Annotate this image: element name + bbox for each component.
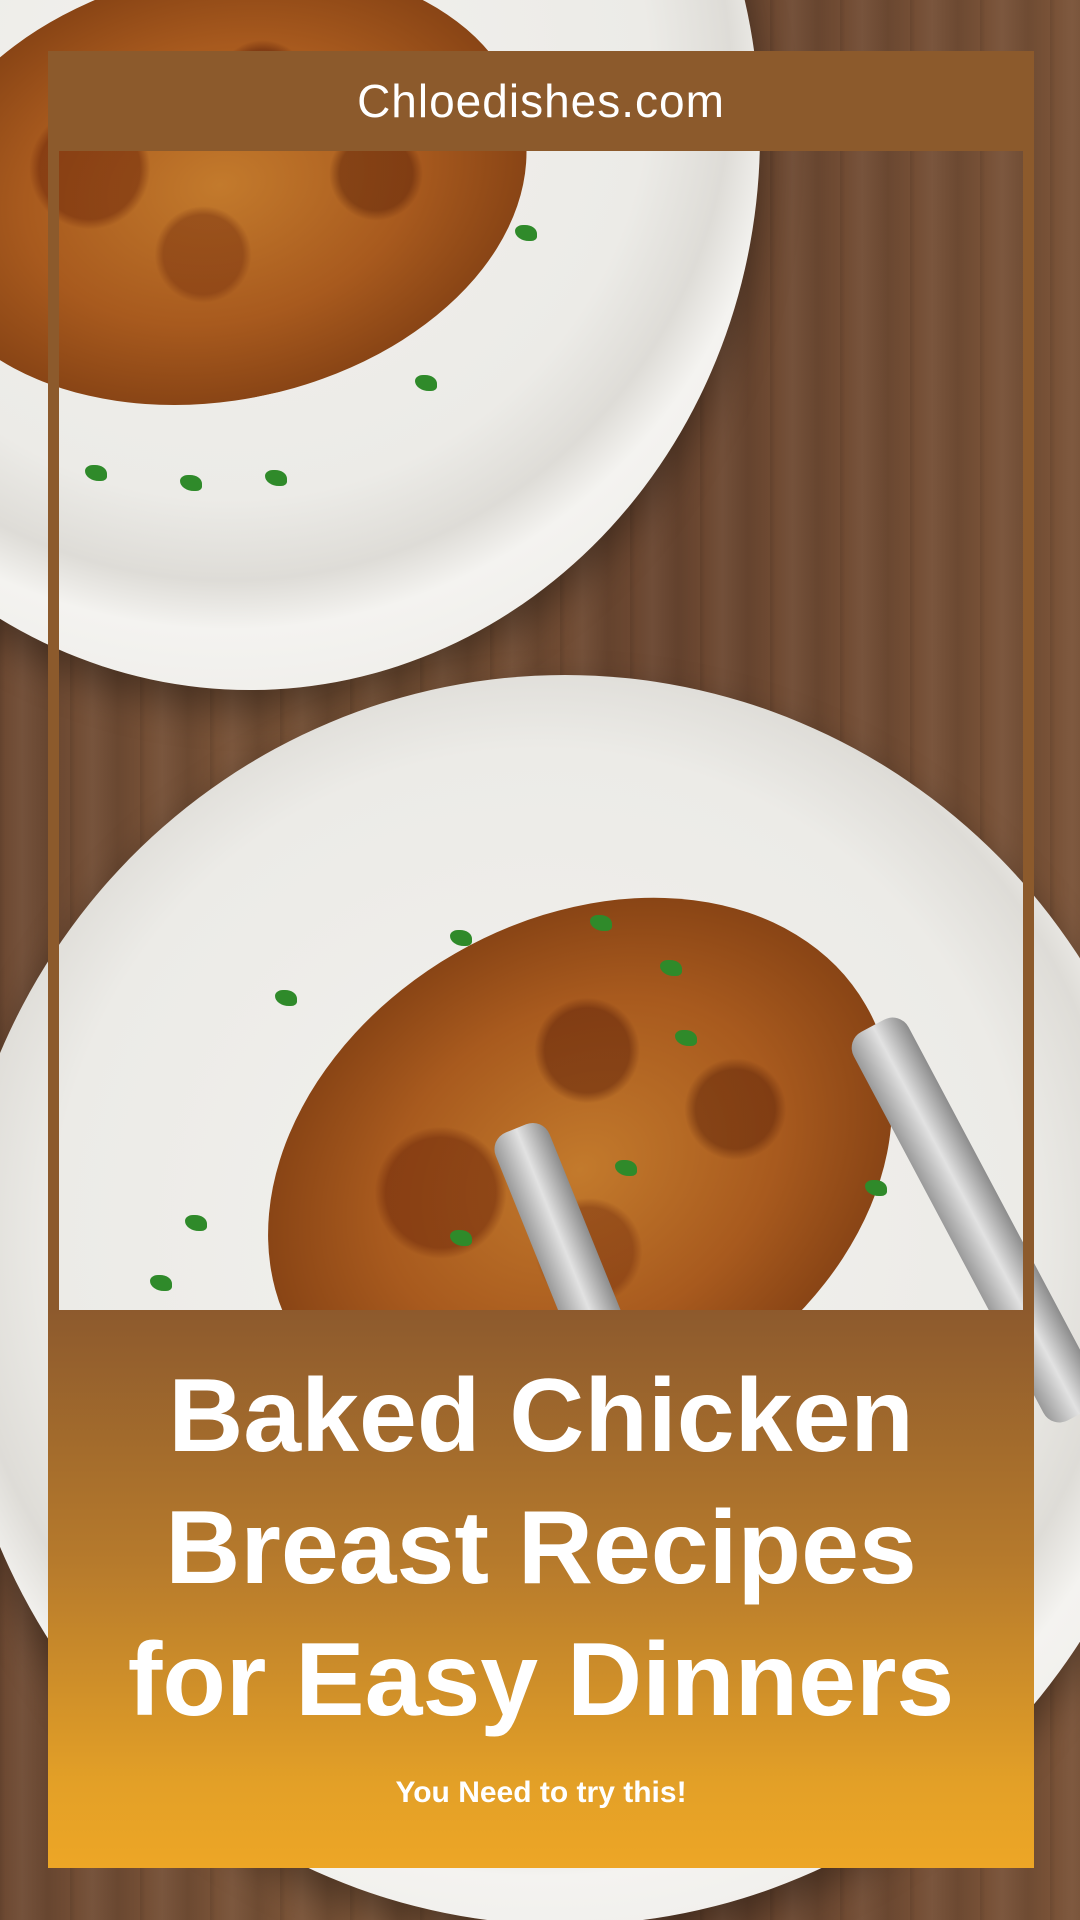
title-line-3: for Easy Dinners	[127, 1622, 955, 1738]
recipe-title: Baked Chicken Breast Recipes for Easy Di…	[48, 1350, 1034, 1746]
site-name: Chloedishes.com	[357, 75, 725, 127]
title-line-2: Breast Recipes	[165, 1490, 917, 1606]
title-panel: Baked Chicken Breast Recipes for Easy Di…	[48, 1310, 1034, 1868]
title-line-1: Baked Chicken	[168, 1358, 914, 1474]
recipe-pin-image: Chloedishes.com Baked Chicken Breast Rec…	[0, 0, 1080, 1920]
tagline: You Need to try this!	[395, 1776, 687, 1809]
site-header-bar: Chloedishes.com	[48, 51, 1034, 151]
